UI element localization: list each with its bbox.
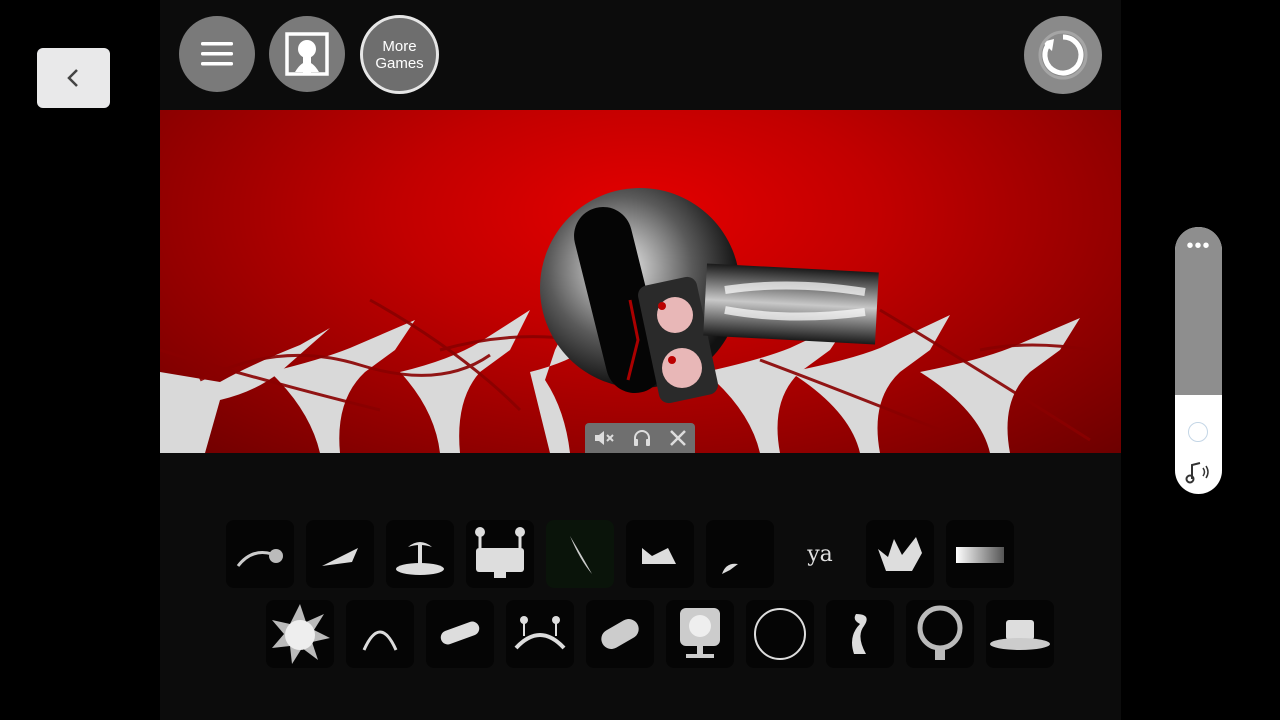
striped-capsule-icon xyxy=(440,621,480,645)
sound-slot[interactable]: ya xyxy=(786,520,854,588)
refresh-icon xyxy=(1038,30,1088,80)
sound-tray-row-2 xyxy=(266,600,1054,668)
sound-slot[interactable] xyxy=(826,600,894,668)
game-area: More Games ya xyxy=(160,0,1121,720)
hamburger-icon xyxy=(201,42,233,66)
reset-button[interactable] xyxy=(1024,16,1102,94)
medal-ring-icon xyxy=(917,605,963,660)
close-icon[interactable] xyxy=(669,429,687,447)
sound-slot[interactable] xyxy=(666,600,734,668)
sound-slot[interactable] xyxy=(746,600,814,668)
sound-slot[interactable] xyxy=(906,600,974,668)
antenna-headband-icon xyxy=(514,616,566,650)
menu-button[interactable] xyxy=(179,16,255,92)
more-games-line1: More xyxy=(382,37,417,55)
sound-slot[interactable] xyxy=(426,600,494,668)
mute-icon[interactable] xyxy=(593,429,615,447)
spiky-sun-icon xyxy=(272,604,330,664)
sound-slot[interactable] xyxy=(706,520,774,588)
sound-slot[interactable] xyxy=(626,520,694,588)
volume-panel: ••• xyxy=(1175,227,1222,494)
screen-stand-icon xyxy=(680,608,720,658)
volume-slider-thumb[interactable] xyxy=(1188,422,1208,442)
crown-icon xyxy=(878,537,922,571)
cat-ears-icon xyxy=(642,548,676,564)
chevron-left-icon xyxy=(66,69,78,87)
gradient-bar-icon xyxy=(956,547,1004,563)
blade-icon xyxy=(570,536,592,574)
wave-curl-icon xyxy=(852,614,867,654)
sound-slot[interactable] xyxy=(506,600,574,668)
stage-scene xyxy=(160,188,1091,453)
hook-icon xyxy=(236,549,283,567)
bandage-icon xyxy=(601,619,639,649)
monitor-antenna-icon xyxy=(475,527,525,578)
sound-slot[interactable] xyxy=(986,600,1054,668)
ring-icon xyxy=(754,608,806,660)
media-control-bar xyxy=(585,423,695,453)
back-button[interactable] xyxy=(37,48,110,108)
headphones-icon[interactable] xyxy=(632,429,652,447)
more-games-line2: Games xyxy=(375,54,424,72)
music-note-icon[interactable] xyxy=(1184,459,1214,485)
arc-icon xyxy=(362,630,398,651)
wedge-icon xyxy=(322,548,358,566)
sound-slot[interactable] xyxy=(866,520,934,588)
portrait-frame-icon xyxy=(285,32,329,76)
more-games-label: More Games xyxy=(375,38,423,72)
sound-slot[interactable] xyxy=(226,520,294,588)
sound-slot[interactable] xyxy=(946,520,1014,588)
sound-tray-row-1: ya xyxy=(226,520,1014,588)
teeth-mouth xyxy=(703,263,879,345)
small-horn-icon xyxy=(722,563,738,574)
sound-slot[interactable] xyxy=(586,600,654,668)
sound-slot[interactable] xyxy=(306,520,374,588)
palm-island-icon xyxy=(396,542,444,575)
sound-slot[interactable] xyxy=(546,520,614,588)
sound-slot[interactable] xyxy=(466,520,534,588)
dots-icon[interactable]: ••• xyxy=(1175,236,1222,256)
sound-slot[interactable] xyxy=(346,600,414,668)
more-games-button[interactable]: More Games xyxy=(360,15,439,94)
sound-slot[interactable] xyxy=(386,520,454,588)
game-stage[interactable] xyxy=(160,110,1121,453)
gallery-button[interactable] xyxy=(269,16,345,92)
top-hat-icon xyxy=(990,620,1050,650)
ya-text: ya xyxy=(807,541,833,567)
sound-slot[interactable] xyxy=(266,600,334,668)
